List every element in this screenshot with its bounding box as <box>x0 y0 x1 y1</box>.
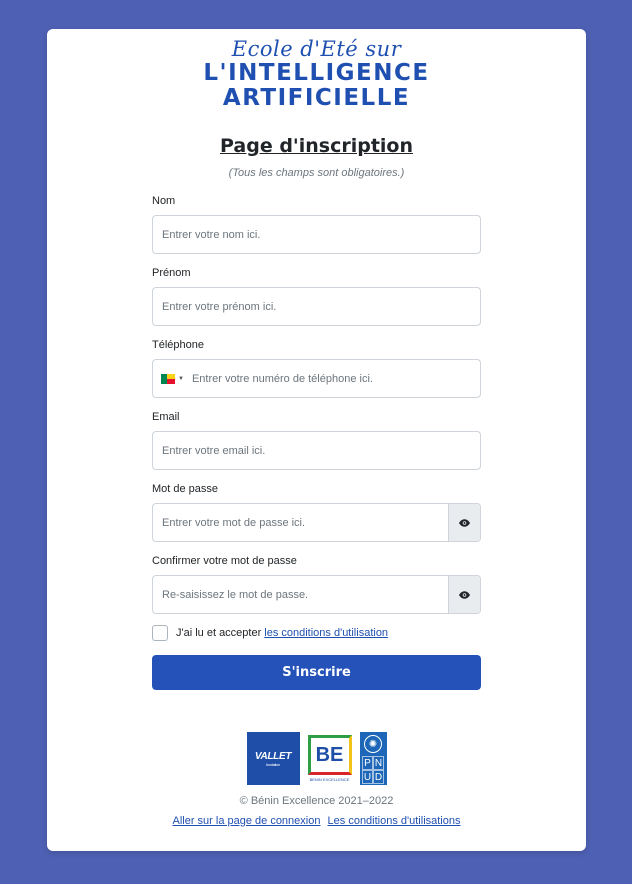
eye-icon <box>459 590 470 599</box>
prenom-label: Prénom <box>152 267 191 279</box>
nom-input[interactable] <box>153 216 480 253</box>
signup-button[interactable]: S'inscrire <box>152 655 481 690</box>
page-subtitle: (Tous les champs sont obligatoires.) <box>228 167 405 179</box>
terms-text: J'ai lu et accepter <box>176 627 262 639</box>
pnud-letter: U <box>362 770 373 784</box>
terms-checkbox[interactable] <box>152 625 168 641</box>
nom-label: Nom <box>152 195 176 207</box>
login-page-link[interactable]: Aller sur la page de connexion <box>172 815 320 827</box>
email-field <box>152 431 481 470</box>
signup-card: Ecole d'Eté sur L'INTELLIGENCE ARTIFICIE… <box>47 29 586 851</box>
email-label: Email <box>152 411 180 423</box>
confirm-password-label: Confirmer votre mot de passe <box>152 555 297 567</box>
bj-flag-icon <box>161 373 175 384</box>
confirm-password-field <box>152 575 481 614</box>
page-title: Page d'inscription <box>219 135 414 157</box>
brand-line-1: Ecole d'Eté sur <box>231 37 402 61</box>
pnud-letter: N <box>373 756 384 770</box>
telephone-label: Téléphone <box>152 339 204 351</box>
password-field <box>152 503 481 542</box>
pnud-letter: P <box>362 756 373 770</box>
terms-of-use-link[interactable]: Les conditions d'utilisations <box>328 815 461 827</box>
terms-link[interactable]: les conditions d'utilisation <box>264 627 388 639</box>
be-logo-text: BE <box>315 743 344 766</box>
show-confirm-password-button[interactable] <box>448 576 480 613</box>
pnud-letters: P N U D <box>362 756 384 784</box>
be-logo-frame: BE <box>307 735 352 775</box>
prenom-input[interactable] <box>153 288 480 325</box>
nom-group: Nom <box>152 193 481 265</box>
pnud-letter: D <box>373 770 384 784</box>
show-password-button[interactable] <box>448 504 480 541</box>
vallet-logo: VALLET fondation <box>246 732 300 785</box>
telephone-input[interactable] <box>183 360 480 397</box>
partner-logos: VALLET fondation BE BENIN EXCELLENCE ✺ P… <box>47 732 586 785</box>
country-selector[interactable]: ▼ <box>153 360 184 397</box>
password-group: Mot de passe <box>152 481 481 553</box>
benin-excellence-logo: BE BENIN EXCELLENCE <box>305 732 354 785</box>
email-input[interactable] <box>153 432 480 469</box>
nom-field <box>152 215 481 254</box>
terms-row: J'ai lu et accepter les conditions d'uti… <box>152 625 388 641</box>
email-group: Email <box>152 409 481 481</box>
prenom-group: Prénom <box>152 265 481 337</box>
vallet-logo-text: VALLET <box>254 750 292 762</box>
footer-links: Aller sur la page de connexion Les condi… <box>47 815 586 827</box>
password-label: Mot de passe <box>152 483 219 495</box>
confirm-password-group: Confirmer votre mot de passe <box>152 553 481 625</box>
pnud-logo: ✺ P N U D <box>359 732 387 785</box>
un-emblem-icon: ✺ <box>364 735 382 753</box>
copyright-text: © Bénin Excellence 2021–2022 <box>239 795 394 807</box>
eye-icon <box>459 518 470 527</box>
vallet-logo-sub: fondation <box>266 761 280 767</box>
prenom-field <box>152 287 481 326</box>
telephone-group: Téléphone ▼ <box>152 337 481 409</box>
be-logo-sub: BENIN EXCELLENCE <box>309 777 350 782</box>
password-input[interactable] <box>153 504 448 541</box>
brand-line-2: L'INTELLIGENCE <box>203 60 430 86</box>
event-logo: Ecole d'Eté sur L'INTELLIGENCE ARTIFICIE… <box>47 37 586 111</box>
confirm-password-input[interactable] <box>153 576 448 613</box>
signup-form: Nom Prénom Téléphone ▼ <box>152 193 481 690</box>
brand-line-3: ARTIFICIELLE <box>222 85 411 111</box>
telephone-field: ▼ <box>152 359 481 398</box>
